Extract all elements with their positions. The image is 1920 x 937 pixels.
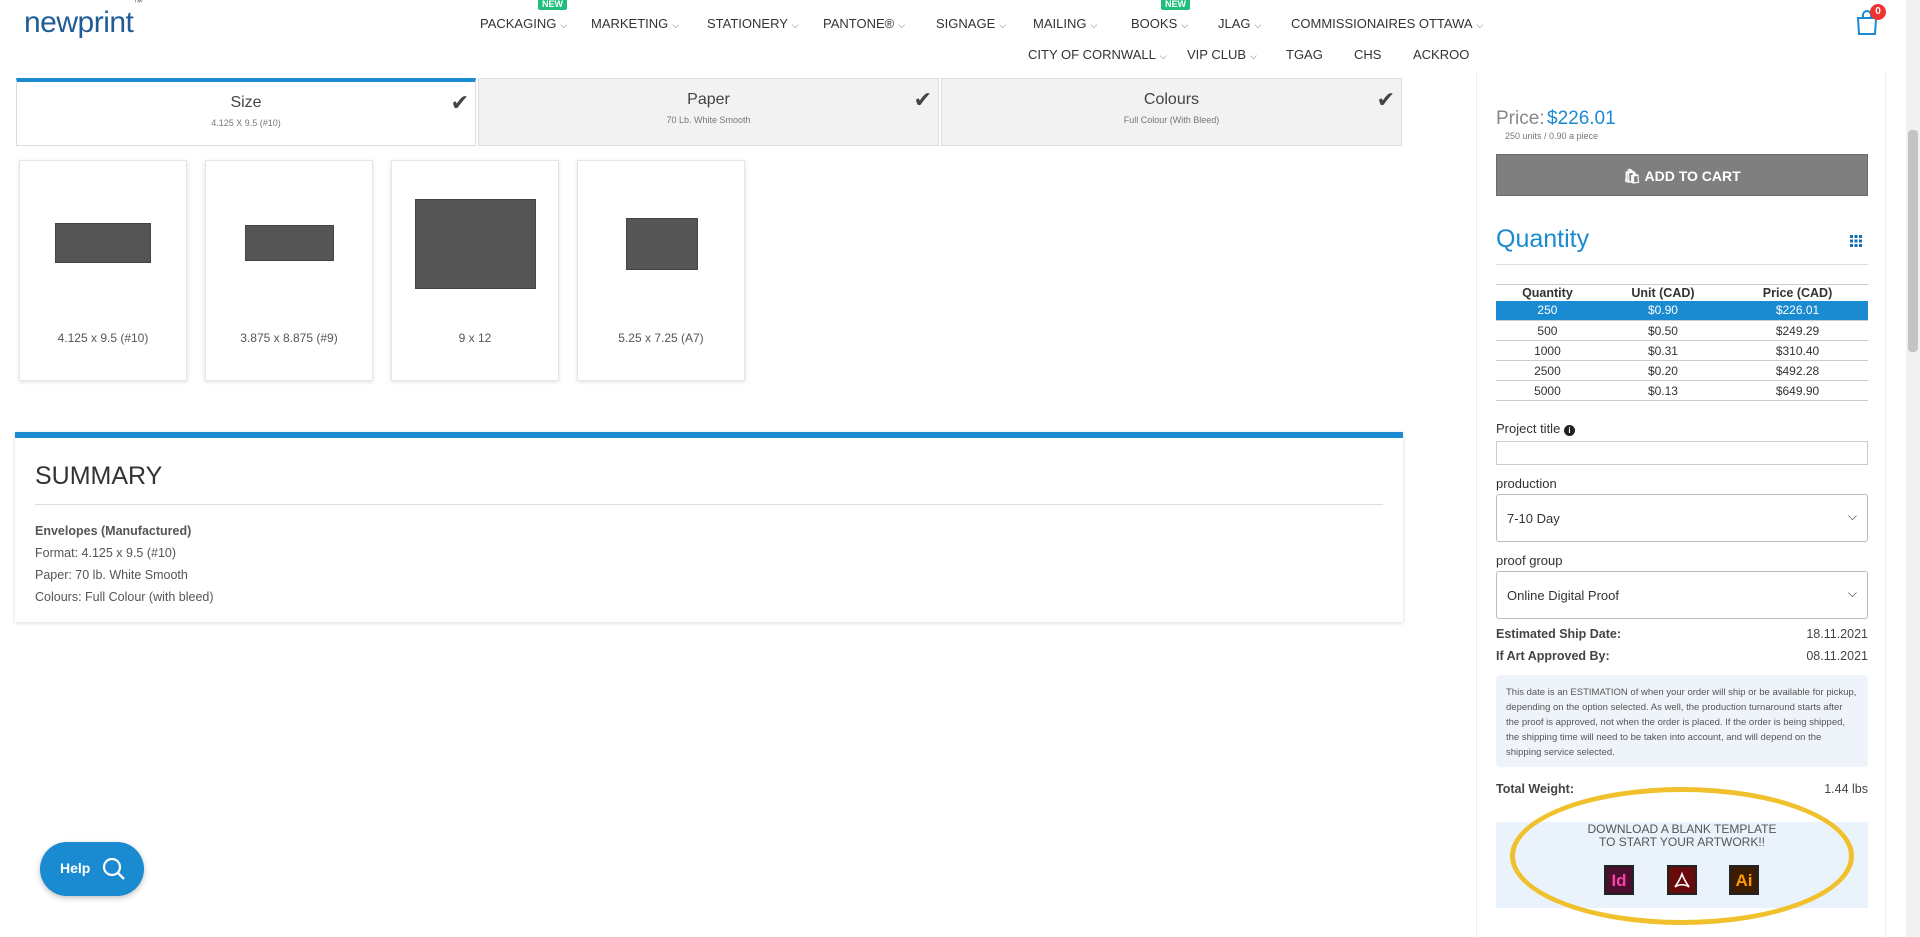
step-value: Full Colour (With Bleed) bbox=[1123, 115, 1220, 125]
chevron-down-icon: ⌵ bbox=[1847, 509, 1857, 523]
info-icon: i bbox=[1563, 425, 1575, 436]
help-label: Help bbox=[60, 860, 91, 876]
nav-signage[interactable]: SIGNAGE ⌵ bbox=[936, 16, 1006, 31]
table-row[interactable]: 2500 $0.20 $492.28 bbox=[1496, 360, 1868, 381]
production-label: production bbox=[1496, 476, 1557, 491]
quantity-title: Quantity bbox=[1496, 225, 1590, 253]
size-label: 4.125 x 9.5 (#10) bbox=[57, 331, 149, 345]
size-option-card[interactable]: 4.125 x 9.5 (#10) bbox=[19, 160, 187, 381]
nav-pantone[interactable]: PANTONE® ⌵ bbox=[823, 16, 905, 31]
cart-count-badge: 0 bbox=[1870, 4, 1886, 20]
column-header: Unit (CAD) bbox=[1598, 284, 1728, 301]
column-header: Price (CAD) bbox=[1727, 284, 1868, 301]
grid-icon[interactable] bbox=[1850, 235, 1862, 247]
size-label: 9 x 12 bbox=[458, 331, 492, 345]
price-value: $226.01 bbox=[1547, 108, 1616, 129]
step-value: 4.125 X 9.5 (#10) bbox=[211, 118, 281, 128]
price-label: Price: bbox=[1496, 108, 1545, 129]
nav-mailing[interactable]: MAILING ⌵ bbox=[1033, 16, 1097, 31]
highlight-ring bbox=[1510, 787, 1854, 925]
chevron-down-icon: ⌵ bbox=[560, 20, 568, 30]
chevron-down-icon: ⌵ bbox=[1254, 20, 1262, 30]
check-icon: ✔ bbox=[1376, 87, 1395, 112]
size-option-card[interactable]: 5.25 x 7.25 (A7) bbox=[577, 160, 745, 381]
size-option-card[interactable]: 9 x 12 bbox=[391, 160, 559, 381]
chevron-down-icon: ⌵ bbox=[898, 20, 906, 30]
nav-books[interactable]: NEW BOOKS ⌵ bbox=[1131, 0, 1190, 31]
nav-packaging[interactable]: NEW PACKAGING ⌵ bbox=[480, 0, 568, 31]
site-header: newprint™ NEW PACKAGING ⌵ MARKETING ⌵ STAT… bbox=[0, 0, 1906, 72]
envelope-image bbox=[626, 218, 698, 270]
new-badge: NEW bbox=[1161, 0, 1190, 10]
chevron-down-icon: ⌵ bbox=[1250, 51, 1257, 61]
step-colours[interactable]: Colours Full Colour (With Bleed) ✔ bbox=[941, 78, 1402, 146]
quantity-price-table: Quantity Unit (CAD) Price (CAD) 250 $0.90… bbox=[1496, 284, 1868, 401]
newprint-logo[interactable]: newprint™ bbox=[24, 0, 142, 40]
price-per-unit: 250 units / 0.90 a piece bbox=[1505, 131, 1599, 141]
project-title-label: Project title i bbox=[1496, 421, 1575, 436]
step-paper[interactable]: Paper 70 Lb. White Smooth ✔ bbox=[478, 78, 939, 146]
check-icon: ✔ bbox=[450, 90, 469, 115]
step-size[interactable]: Size 4.125 X 9.5 (#10) ✔ bbox=[16, 78, 476, 146]
chevron-down-icon: ⌵ bbox=[1181, 20, 1189, 30]
summary-format: Format: 4.125 x 9.5 (#10) bbox=[35, 546, 177, 560]
table-row[interactable]: 5000 $0.13 $649.90 bbox=[1496, 380, 1868, 401]
art-approved-label: If Art Approved By: bbox=[1496, 649, 1610, 663]
ship-date-value: 18.11.2021 bbox=[1806, 627, 1868, 641]
nav-jlag[interactable]: JLAG ⌵ bbox=[1218, 16, 1261, 31]
size-label: 5.25 x 7.25 (A7) bbox=[618, 331, 704, 345]
ship-date-note: This date is an ESTIMATION of when your … bbox=[1496, 675, 1868, 767]
nav-marketing[interactable]: MARKETING ⌵ bbox=[591, 16, 679, 31]
nav-ackroo[interactable]: ACKROO bbox=[1413, 47, 1469, 62]
bag-icon: 🛍 bbox=[1623, 168, 1642, 184]
chevron-down-icon: ⌵ bbox=[672, 20, 680, 30]
summary-product: Envelopes (Manufactured) bbox=[35, 524, 192, 538]
ship-date-label: Estimated Ship Date: bbox=[1496, 627, 1622, 641]
table-row[interactable]: 500 $0.50 $249.29 bbox=[1496, 320, 1868, 341]
divider bbox=[1496, 264, 1868, 265]
summary-panel: SUMMARY Envelopes (Manufactured) Format:… bbox=[15, 432, 1403, 622]
production-select[interactable]: 7-10 Day ⌵ bbox=[1496, 494, 1868, 542]
nav-chs[interactable]: CHS bbox=[1354, 47, 1381, 62]
summary-paper: Paper: 70 lb. White Smooth bbox=[35, 568, 188, 582]
art-approved-value: 08.11.2021 bbox=[1806, 649, 1868, 663]
step-value: 70 Lb. White Smooth bbox=[666, 115, 751, 125]
chevron-down-icon: ⌵ bbox=[1090, 20, 1098, 30]
envelope-image bbox=[415, 199, 536, 289]
step-title: Size bbox=[230, 94, 262, 111]
chevron-down-icon: ⌵ bbox=[1159, 51, 1167, 61]
add-to-cart-button[interactable]: 🛍 ADD TO CART bbox=[1496, 154, 1868, 196]
envelope-image bbox=[245, 225, 334, 261]
envelope-image bbox=[55, 223, 151, 263]
size-label: 3.875 x 8.875 (#9) bbox=[240, 331, 338, 345]
chevron-down-icon: ⌵ bbox=[1476, 20, 1484, 30]
nav-city-of-cornwall[interactable]: CITY OF CORNWALL ⌵ bbox=[1028, 47, 1167, 62]
check-icon: ✔ bbox=[913, 87, 932, 112]
step-title: Paper bbox=[687, 91, 730, 108]
step-title: Colours bbox=[1143, 91, 1200, 108]
total-weight-value: 1.44 lbs bbox=[1824, 782, 1868, 796]
nav-vip-club[interactable]: VIP CLUB ⌵ bbox=[1187, 47, 1257, 62]
size-option-card[interactable]: 3.875 x 8.875 (#9) bbox=[205, 160, 373, 381]
nav-commissionaires-ottawa[interactable]: COMMISSIONAIRES OTTAWA ⌵ bbox=[1291, 16, 1483, 31]
proof-group-select[interactable]: Online Digital Proof ⌵ bbox=[1496, 571, 1868, 619]
summary-title: SUMMARY bbox=[35, 462, 163, 490]
help-button[interactable]: Help bbox=[40, 842, 144, 896]
divider bbox=[35, 504, 1383, 505]
total-weight-label: Total Weight: bbox=[1496, 782, 1574, 796]
proof-group-label: proof group bbox=[1496, 553, 1563, 568]
search-icon bbox=[102, 857, 125, 880]
nav-stationery[interactable]: STATIONERY ⌵ bbox=[707, 16, 799, 31]
chevron-down-icon: ⌵ bbox=[999, 20, 1007, 30]
chevron-down-icon: ⌵ bbox=[1847, 586, 1857, 600]
table-row[interactable]: 250 $0.90 $226.01 bbox=[1496, 300, 1868, 321]
summary-colours: Colours: Full Colour (with bleed) bbox=[35, 590, 214, 604]
new-badge: NEW bbox=[538, 0, 567, 10]
chevron-down-icon: ⌵ bbox=[791, 20, 799, 30]
project-title-input[interactable] bbox=[1496, 441, 1868, 465]
nav-tgag[interactable]: TGAG bbox=[1286, 47, 1323, 62]
column-header: Quantity bbox=[1496, 284, 1599, 301]
scrollbar-thumb[interactable] bbox=[1908, 130, 1918, 352]
table-row[interactable]: 1000 $0.31 $310.40 bbox=[1496, 340, 1868, 361]
